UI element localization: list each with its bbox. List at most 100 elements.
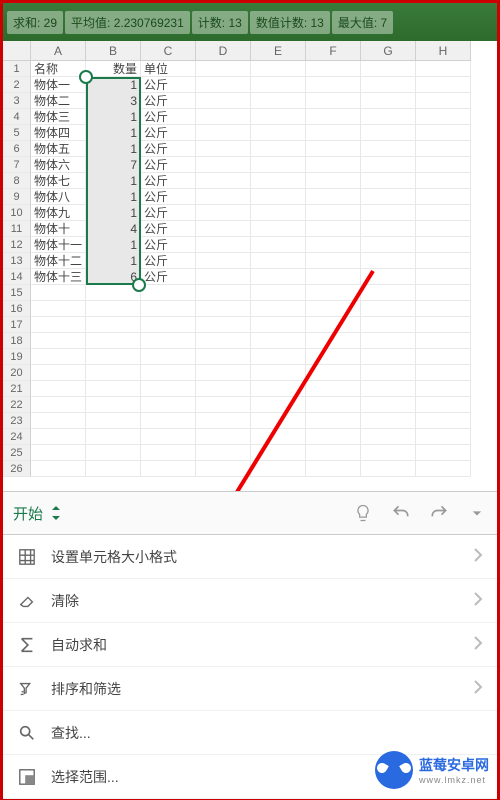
cell[interactable] [31, 397, 86, 413]
cell[interactable] [251, 109, 306, 125]
cell[interactable] [196, 445, 251, 461]
cell[interactable] [416, 125, 471, 141]
cell[interactable]: 物体六 [31, 157, 86, 173]
cell[interactable]: 物体十一 [31, 237, 86, 253]
cell[interactable] [306, 269, 361, 285]
cell[interactable] [196, 285, 251, 301]
cell[interactable] [86, 461, 141, 477]
cell[interactable]: 公斤 [141, 173, 196, 189]
cell[interactable]: 公斤 [141, 237, 196, 253]
cell[interactable]: 公斤 [141, 205, 196, 221]
cell[interactable] [86, 349, 141, 365]
cell[interactable] [306, 317, 361, 333]
cell[interactable] [86, 413, 141, 429]
cell[interactable] [306, 173, 361, 189]
cell[interactable] [251, 333, 306, 349]
cell[interactable]: 1 [86, 77, 141, 93]
cell[interactable] [251, 77, 306, 93]
cell[interactable] [196, 253, 251, 269]
cell[interactable]: 公斤 [141, 221, 196, 237]
cell[interactable] [306, 349, 361, 365]
row-header[interactable]: 10 [3, 205, 31, 221]
cell[interactable] [361, 221, 416, 237]
col-header[interactable]: D [196, 41, 251, 61]
cell[interactable] [361, 301, 416, 317]
cell[interactable] [31, 413, 86, 429]
row-header[interactable]: 7 [3, 157, 31, 173]
row-header[interactable]: 3 [3, 93, 31, 109]
cell[interactable]: 公斤 [141, 77, 196, 93]
cell[interactable] [251, 141, 306, 157]
cell[interactable] [416, 141, 471, 157]
cell[interactable] [141, 429, 196, 445]
cell[interactable] [361, 253, 416, 269]
cell[interactable]: 公斤 [141, 125, 196, 141]
menu-cell-format[interactable]: 设置单元格大小格式 [3, 535, 497, 579]
cell[interactable] [416, 445, 471, 461]
row-header[interactable]: 12 [3, 237, 31, 253]
cell[interactable] [196, 141, 251, 157]
cell[interactable] [416, 349, 471, 365]
cell[interactable] [141, 413, 196, 429]
cell[interactable] [306, 445, 361, 461]
cell[interactable] [196, 429, 251, 445]
cell[interactable] [251, 157, 306, 173]
cell[interactable] [196, 77, 251, 93]
cell[interactable]: 物体四 [31, 125, 86, 141]
cell[interactable]: 单位 [141, 61, 196, 77]
cell[interactable]: 4 [86, 221, 141, 237]
cell[interactable] [141, 365, 196, 381]
cell[interactable] [251, 93, 306, 109]
cell[interactable] [416, 77, 471, 93]
cell[interactable] [306, 221, 361, 237]
cell[interactable] [31, 381, 86, 397]
cell[interactable] [86, 445, 141, 461]
cell[interactable] [251, 173, 306, 189]
cell[interactable]: 名称 [31, 61, 86, 77]
cell[interactable] [416, 285, 471, 301]
cell[interactable] [361, 141, 416, 157]
cell[interactable] [141, 445, 196, 461]
cell[interactable]: 3 [86, 93, 141, 109]
cell[interactable] [306, 109, 361, 125]
cell[interactable] [251, 365, 306, 381]
cell[interactable] [251, 397, 306, 413]
menu-sort-filter[interactable]: 排序和筛选 [3, 667, 497, 711]
cell[interactable] [416, 365, 471, 381]
cell[interactable] [416, 397, 471, 413]
cell[interactable] [306, 333, 361, 349]
cell[interactable]: 公斤 [141, 157, 196, 173]
cell[interactable] [361, 285, 416, 301]
menu-find[interactable]: 查找... [3, 711, 497, 755]
cell[interactable] [416, 413, 471, 429]
lightbulb-icon[interactable] [353, 503, 373, 523]
cell[interactable] [196, 173, 251, 189]
cell[interactable] [251, 205, 306, 221]
cell[interactable] [306, 77, 361, 93]
cell[interactable] [141, 397, 196, 413]
cell[interactable] [416, 333, 471, 349]
cell[interactable] [86, 365, 141, 381]
row-header[interactable]: 20 [3, 365, 31, 381]
cell[interactable] [86, 317, 141, 333]
cell[interactable] [141, 333, 196, 349]
cell[interactable]: 物体五 [31, 141, 86, 157]
cell[interactable] [196, 365, 251, 381]
cell[interactable] [416, 173, 471, 189]
row-header[interactable]: 5 [3, 125, 31, 141]
cell[interactable] [31, 365, 86, 381]
cell[interactable] [196, 349, 251, 365]
row-header[interactable]: 22 [3, 397, 31, 413]
cell[interactable]: 数量 [86, 61, 141, 77]
cell[interactable] [251, 381, 306, 397]
cell[interactable] [251, 301, 306, 317]
cell[interactable] [31, 349, 86, 365]
cell[interactable] [196, 61, 251, 77]
menu-clear[interactable]: 清除 [3, 579, 497, 623]
cell[interactable] [306, 413, 361, 429]
cell[interactable] [306, 301, 361, 317]
cell[interactable] [251, 269, 306, 285]
cell[interactable] [416, 461, 471, 477]
row-header[interactable]: 2 [3, 77, 31, 93]
cell[interactable] [416, 189, 471, 205]
